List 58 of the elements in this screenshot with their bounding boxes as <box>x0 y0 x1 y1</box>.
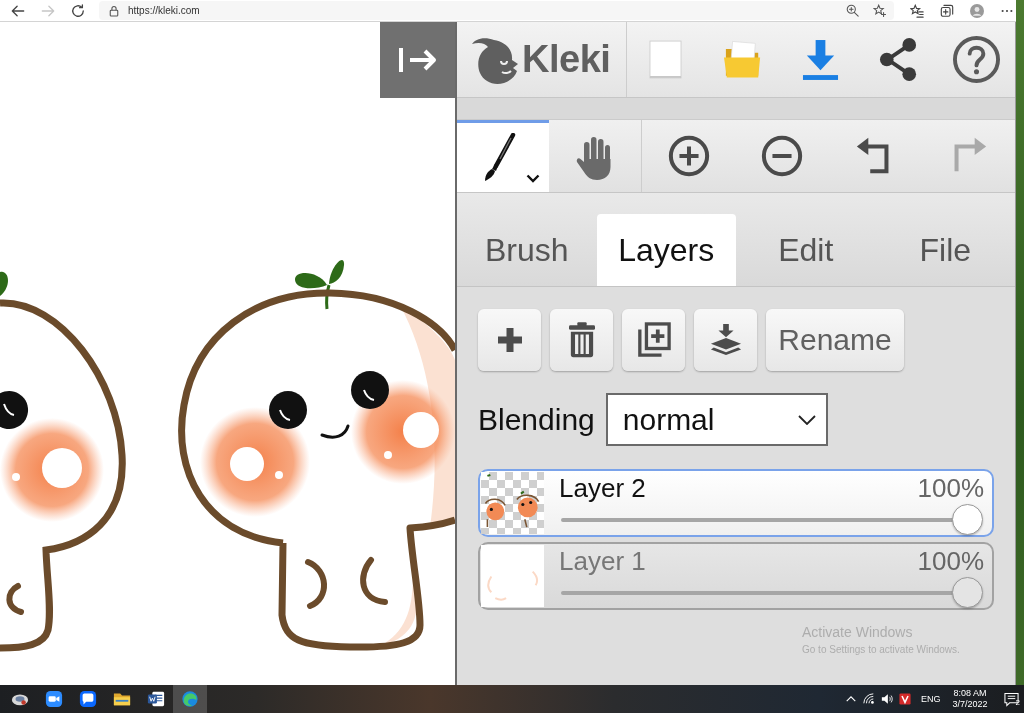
collections-icon[interactable] <box>940 3 954 18</box>
layer-row[interactable]: Layer 2 100% <box>478 469 994 537</box>
help-icon[interactable] <box>952 36 1000 83</box>
merge-down-icon <box>709 324 742 356</box>
notification-count: 2 <box>1015 698 1020 707</box>
layer-opacity: 100% <box>917 545 984 577</box>
address-bar[interactable]: https://kleki.com <box>99 1 894 20</box>
v-logo-icon[interactable] <box>899 693 911 705</box>
share-icon[interactable] <box>879 37 919 82</box>
logo-text: Kleki <box>522 38 611 81</box>
speaker-icon[interactable] <box>881 693 893 705</box>
lock-icon[interactable] <box>109 4 119 17</box>
notification-icon[interactable] <box>1003 691 1019 707</box>
add-layer-button[interactable] <box>478 309 541 371</box>
bar-arrow-icon <box>397 47 438 73</box>
caret-icon <box>526 174 540 183</box>
tab[interactable]: Brush <box>457 214 597 286</box>
layer-opacity: 100% <box>917 472 984 504</box>
chevron-down-icon <box>797 414 816 425</box>
merge-down-button[interactable] <box>694 309 757 371</box>
delete-layer-button[interactable] <box>550 309 613 371</box>
clock-time[interactable]: 8:08 AM <box>953 688 987 699</box>
duplicate-layer-button[interactable] <box>622 309 685 371</box>
language-indicator[interactable]: ENG <box>921 694 941 704</box>
blend-mode-dropdown[interactable]: normal <box>605 393 828 446</box>
network-icon[interactable] <box>863 693 875 705</box>
collapse-panel-button[interactable] <box>380 22 455 98</box>
tab[interactable]: Edit <box>736 214 876 286</box>
brush-tool-button[interactable] <box>457 120 549 192</box>
video-camera-icon <box>45 690 63 708</box>
layer-row[interactable]: Layer 1 100% <box>478 542 994 610</box>
favorites-icon[interactable] <box>910 3 924 18</box>
zoom-out-icon[interactable] <box>760 135 803 177</box>
chat-bubble-icon <box>79 690 97 708</box>
tab[interactable]: File <box>875 214 1015 286</box>
duplicate-icon <box>636 322 671 358</box>
layer-name: Layer 1 <box>559 545 646 577</box>
swirl-icon <box>181 690 199 708</box>
brush-icon <box>482 132 516 183</box>
layer-name: Layer 2 <box>559 472 646 504</box>
download-icon[interactable] <box>802 39 840 80</box>
opacity-slider[interactable] <box>559 577 984 608</box>
clock-date[interactable]: 3/7/2022 <box>952 699 988 710</box>
opacity-slider[interactable] <box>559 504 984 535</box>
zoom-icon[interactable] <box>846 4 859 17</box>
back-icon[interactable] <box>11 3 25 18</box>
profile-icon[interactable] <box>970 3 984 18</box>
star-plus-icon[interactable] <box>873 4 886 17</box>
rename-button[interactable]: Rename <box>766 309 904 371</box>
slider-thumb[interactable] <box>952 577 983 608</box>
blending-label: Blending <box>478 402 595 437</box>
plus-icon <box>496 327 523 353</box>
refresh-icon[interactable] <box>71 3 85 18</box>
document-icon <box>147 690 165 708</box>
zoom-in-icon[interactable] <box>667 135 710 177</box>
trash-icon <box>568 322 595 358</box>
slider-thumb[interactable] <box>952 504 983 535</box>
tab[interactable]: Layers <box>596 214 736 286</box>
